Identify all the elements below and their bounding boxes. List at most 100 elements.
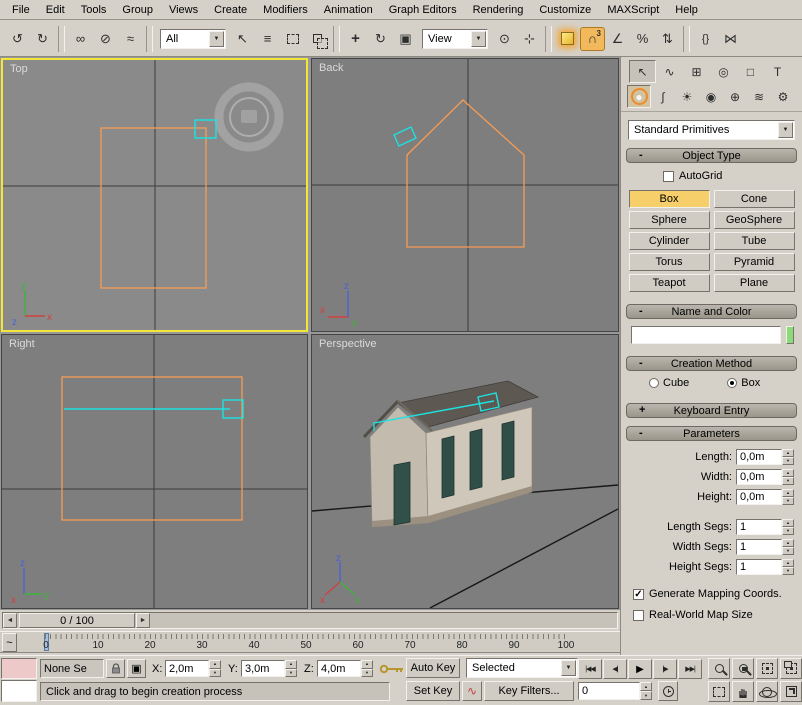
viewport-back[interactable]: Back z x y: [311, 58, 619, 332]
menu-item-maxscript[interactable]: MAXScript: [599, 2, 667, 18]
spinner-down-icon[interactable]: ▼: [782, 497, 794, 505]
spinner-down-icon[interactable]: ▼: [782, 547, 794, 555]
mini-curve-editor-button[interactable]: ~: [2, 633, 17, 652]
real-world-map-checkbox[interactable]: [633, 610, 644, 621]
cube-radio[interactable]: [649, 378, 659, 388]
height-spinner[interactable]: ▲▼: [782, 489, 794, 505]
pan-hand-icon[interactable]: [732, 681, 754, 702]
menu-item-file[interactable]: File: [4, 2, 38, 18]
window-crossing-icon[interactable]: [305, 27, 330, 51]
angle-snap-icon[interactable]: ∠: [605, 27, 630, 51]
box-radio[interactable]: [727, 378, 737, 388]
height-segs-spinner[interactable]: ▲▼: [782, 559, 794, 575]
rollout-keyboard-entry[interactable]: + Keyboard Entry: [626, 403, 797, 418]
generate-mapping-checkbox[interactable]: ✓: [633, 589, 644, 600]
cube-radio-option[interactable]: Cube: [649, 377, 689, 389]
current-frame-spinner[interactable]: ▲▼: [640, 682, 652, 700]
viewport-label-top[interactable]: Top: [10, 63, 28, 75]
rollout-name-and-color[interactable]: - Name and Color: [626, 304, 797, 319]
object-color-swatch[interactable]: [786, 326, 794, 344]
category-shapes-icon[interactable]: ∫: [651, 85, 675, 108]
zoom-extents-all-icon[interactable]: [780, 658, 802, 679]
dropdown-arrow-icon[interactable]: ▼: [209, 31, 224, 47]
arc-rotate-icon[interactable]: [756, 681, 778, 702]
redo-icon[interactable]: ↻: [30, 27, 55, 51]
width-segs-spinner[interactable]: ▲▼: [782, 539, 794, 555]
select-by-name-icon[interactable]: ≡: [255, 27, 280, 51]
spinner-up-icon[interactable]: ▲: [782, 449, 794, 457]
time-slider-handle[interactable]: 0 / 100: [19, 613, 135, 628]
spinner-up-icon[interactable]: ▲: [782, 519, 794, 527]
play-button[interactable]: ▶: [628, 659, 652, 679]
maximize-viewport-icon[interactable]: [780, 681, 802, 702]
rollout-object-type[interactable]: - Object Type: [626, 148, 797, 163]
undo-icon[interactable]: ↺: [5, 27, 30, 51]
menu-item-animation[interactable]: Animation: [316, 2, 381, 18]
snaps-toggle-3d-icon[interactable]: ∩3: [580, 27, 605, 51]
tube-button[interactable]: Tube: [714, 232, 795, 250]
length-segs-input[interactable]: [736, 519, 782, 535]
z-coord-input[interactable]: [317, 660, 361, 677]
auto-key-button[interactable]: Auto Key: [406, 658, 460, 678]
key-filters-button[interactable]: Key Filters...: [484, 681, 574, 701]
autogrid-checkbox[interactable]: [663, 171, 674, 182]
spinner-down-icon[interactable]: ▼: [782, 567, 794, 575]
box-button[interactable]: Box: [629, 190, 710, 208]
rollout-parameters[interactable]: - Parameters: [626, 426, 797, 441]
previous-frame-arrow[interactable]: ◄: [3, 613, 17, 628]
named-selection-sets-icon[interactable]: {}: [693, 27, 718, 51]
key-mode-dropdown[interactable]: Selected ▼: [466, 658, 578, 678]
key-filters-curve-icon[interactable]: ∿: [462, 681, 482, 701]
bind-to-space-warp-icon[interactable]: ≈: [118, 27, 143, 51]
box-radio-option[interactable]: Box: [727, 377, 760, 389]
absolute-offset-toggle-icon[interactable]: ▣: [127, 659, 146, 678]
selection-lock-icon[interactable]: [106, 659, 125, 678]
tab-hierarchy[interactable]: ⊞: [683, 60, 710, 83]
select-and-scale-icon[interactable]: ▣: [393, 27, 418, 51]
category-systems-icon[interactable]: ⚙: [771, 85, 795, 108]
menu-item-edit[interactable]: Edit: [38, 2, 73, 18]
previous-frame-button[interactable]: ◀|: [603, 659, 627, 679]
z-coord-spinner[interactable]: ▲▼: [361, 660, 373, 677]
set-key-button[interactable]: Set Key: [406, 681, 460, 701]
category-lights-icon[interactable]: ☀: [675, 85, 699, 108]
current-frame-input[interactable]: [578, 682, 640, 700]
spinner-snap-icon[interactable]: ⇅: [655, 27, 680, 51]
mirror-icon[interactable]: ⋈: [718, 27, 743, 51]
spinner-down-icon[interactable]: ▼: [782, 457, 794, 465]
menu-item-group[interactable]: Group: [114, 2, 161, 18]
use-center-icon[interactable]: ⊙: [492, 27, 517, 51]
menu-item-tools[interactable]: Tools: [73, 2, 115, 18]
zoom-region-icon[interactable]: [708, 681, 730, 702]
selection-status-field[interactable]: [40, 659, 104, 678]
object-name-input[interactable]: [631, 326, 781, 344]
viewport-label-back[interactable]: Back: [319, 62, 343, 74]
zoom-extents-icon[interactable]: [756, 658, 778, 679]
x-coord-input[interactable]: [165, 660, 209, 677]
select-and-move-icon[interactable]: +: [343, 27, 368, 51]
menu-item-rendering[interactable]: Rendering: [465, 2, 532, 18]
maxscript-macro-recorder[interactable]: [1, 658, 37, 679]
maxscript-listener[interactable]: [1, 680, 37, 702]
category-geometry-icon[interactable]: ●: [627, 85, 651, 108]
plane-button[interactable]: Plane: [714, 274, 795, 292]
height-segs-input[interactable]: [736, 559, 782, 575]
tab-utilities[interactable]: T: [764, 60, 791, 83]
viewport-right[interactable]: Right z y x: [1, 334, 308, 609]
cylinder-button[interactable]: Cylinder: [629, 232, 710, 250]
menu-item-customize[interactable]: Customize: [531, 2, 599, 18]
spinner-up-icon[interactable]: ▲: [782, 559, 794, 567]
unlink-selection-icon[interactable]: ⊘: [93, 27, 118, 51]
width-input[interactable]: [736, 469, 782, 485]
menu-item-graph-editors[interactable]: Graph Editors: [381, 2, 465, 18]
track-bar[interactable]: ~ 0102030405060708090100: [0, 631, 620, 653]
geosphere-button[interactable]: GeoSphere: [714, 211, 795, 229]
keyboard-override-cube-icon[interactable]: [555, 27, 580, 51]
viewport-label-perspective[interactable]: Perspective: [319, 338, 376, 350]
time-configuration-icon[interactable]: [658, 681, 678, 701]
menu-item-create[interactable]: Create: [206, 2, 255, 18]
tab-create[interactable]: ↖: [629, 60, 656, 83]
menu-item-views[interactable]: Views: [161, 2, 206, 18]
teapot-button[interactable]: Teapot: [629, 274, 710, 292]
dropdown-arrow-icon[interactable]: ▼: [471, 31, 486, 47]
